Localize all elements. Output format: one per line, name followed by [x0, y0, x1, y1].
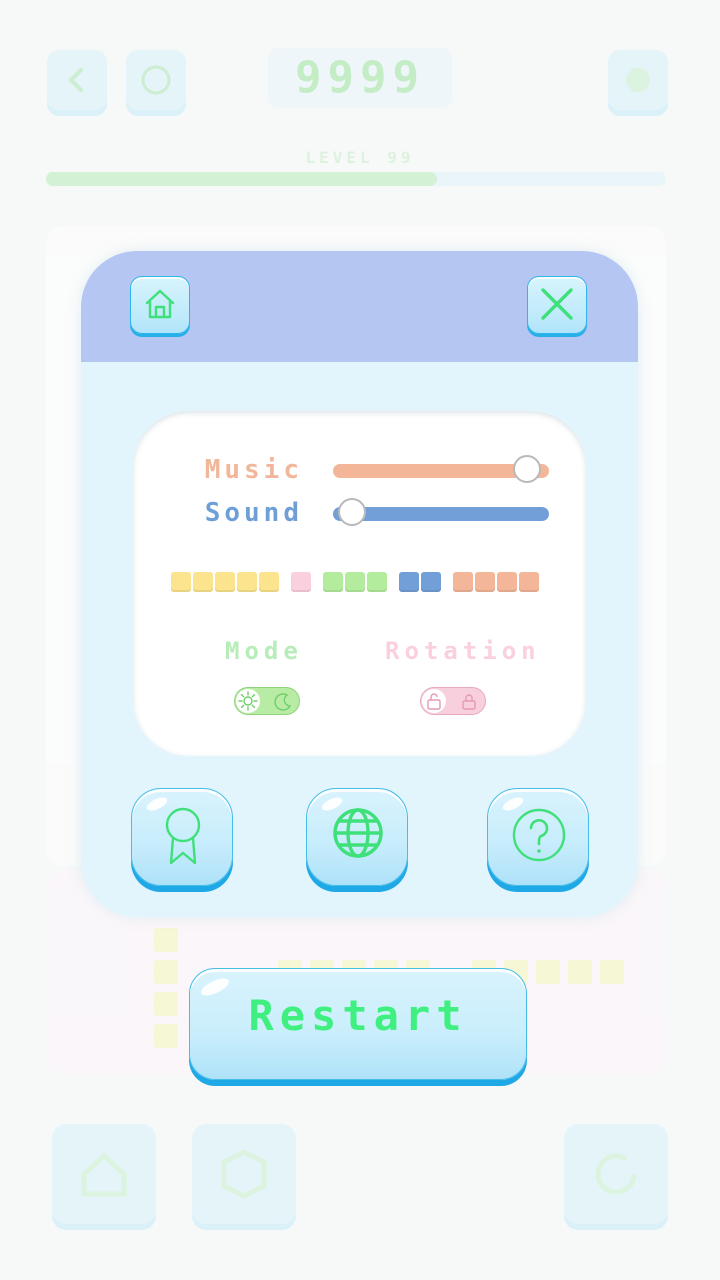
music-label: Music	[204, 455, 303, 485]
cube-icon	[221, 1149, 267, 1199]
palette-swatch[interactable]	[367, 572, 387, 592]
award-ribbon-icon	[165, 807, 201, 865]
rotation-label: Rotation	[385, 637, 541, 665]
bomb-powerup-button	[52, 1124, 156, 1224]
gear-icon	[626, 68, 650, 92]
palette-swatch[interactable]	[323, 572, 343, 592]
pause-button	[126, 50, 186, 110]
restart-label: Restart	[248, 991, 468, 1040]
palette-swatch[interactable]	[345, 572, 365, 592]
palette-swatch[interactable]	[291, 572, 311, 592]
palette-swatch[interactable]	[171, 572, 191, 592]
level-progress-bar	[46, 172, 666, 186]
help-question-icon	[512, 808, 566, 862]
palette-swatch[interactable]	[259, 572, 279, 592]
palette-swatch[interactable]	[519, 572, 539, 592]
home-icon	[145, 289, 175, 319]
cube-powerup-button	[192, 1124, 296, 1224]
close-button[interactable]	[527, 276, 587, 334]
music-slider[interactable]	[333, 455, 549, 483]
palette-swatch[interactable]	[193, 572, 213, 592]
palette-swatch[interactable]	[399, 572, 419, 592]
refresh-powerup-button	[564, 1124, 668, 1224]
pause-icon	[141, 65, 171, 95]
restart-button[interactable]: Restart	[189, 968, 527, 1080]
music-slider-thumb[interactable]	[513, 455, 542, 483]
sound-slider-thumb[interactable]	[338, 498, 367, 526]
globe-icon	[333, 808, 383, 858]
mode-toggle[interactable]	[234, 687, 300, 715]
refresh-icon	[595, 1153, 637, 1195]
palette-swatch[interactable]	[475, 572, 495, 592]
home-button[interactable]	[130, 276, 190, 334]
language-button[interactable]	[306, 788, 408, 886]
sun-icon	[238, 691, 258, 711]
back-button	[47, 50, 107, 110]
score-display: 9999	[268, 48, 452, 108]
palette-swatch[interactable]	[497, 572, 517, 592]
unlock-icon	[427, 693, 441, 710]
help-button[interactable]	[487, 788, 589, 886]
home-powerup-icon	[81, 1152, 127, 1197]
achievements-button[interactable]	[131, 788, 233, 886]
sound-slider[interactable]	[333, 498, 549, 526]
mode-label: Mode	[225, 637, 303, 665]
close-icon	[541, 288, 573, 320]
settings-card: Music Sound Mode Rotation	[133, 411, 586, 756]
settings-panel: Music Sound Mode Rotation	[81, 251, 638, 917]
level-progress-label: LEVEL 99	[305, 148, 415, 167]
moon-icon	[274, 693, 292, 711]
lock-icon	[462, 694, 476, 710]
mode-toggle-knob	[236, 689, 260, 713]
settings-button	[608, 50, 668, 110]
rotation-toggle-knob	[422, 689, 446, 713]
palette-swatch[interactable]	[453, 572, 473, 592]
palette-swatch[interactable]	[237, 572, 257, 592]
level-progress-fill	[46, 172, 437, 186]
palette-swatch[interactable]	[421, 572, 441, 592]
rotation-toggle[interactable]	[420, 687, 486, 715]
palette-swatch[interactable]	[215, 572, 235, 592]
back-arrow-icon	[68, 68, 83, 92]
sound-label: Sound	[204, 498, 303, 528]
